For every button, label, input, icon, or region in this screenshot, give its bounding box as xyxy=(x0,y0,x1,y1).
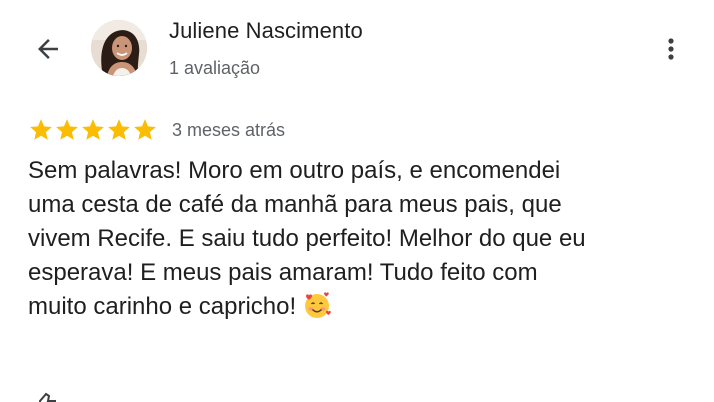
profile-photo-icon xyxy=(91,20,147,76)
arrow-left-icon xyxy=(38,39,58,59)
like-button[interactable] xyxy=(34,392,58,402)
star-icon xyxy=(108,119,130,140)
reviewer-name[interactable]: Juliene Nascimento xyxy=(169,18,363,44)
rating-row: 3 meses atrás xyxy=(28,116,285,144)
review-text-line: Sem palavras! Moro em outro país, e enco… xyxy=(28,157,561,184)
review-text-line: uma cesta de café da manhã para meus pai… xyxy=(28,191,562,218)
star-icon xyxy=(134,119,156,140)
back-button[interactable] xyxy=(30,33,66,65)
avatar[interactable] xyxy=(91,20,147,76)
thumb-up-icon xyxy=(39,392,56,402)
review-text-line: muito carinho e capricho! xyxy=(28,293,297,320)
review-text-line-last: muito carinho e capricho! xyxy=(28,290,698,324)
review-text-line: vivem Recife. E saiu tudo perfeito! Melh… xyxy=(28,225,586,252)
star-icon xyxy=(30,119,52,140)
review-date: 3 meses atrás xyxy=(172,119,286,140)
star-icon xyxy=(56,119,78,140)
review-text-line: esperava! E meus pais amaram! Tudo feito… xyxy=(28,259,538,286)
star-rating xyxy=(28,117,158,143)
star-icon xyxy=(82,119,104,140)
review-detail-page: Juliene Nascimento 1 avaliação 3 meses a… xyxy=(0,0,714,402)
review-count: 1 avaliação xyxy=(169,58,261,78)
review-text: Sem palavras! Moro em outro país, e enco… xyxy=(28,154,698,324)
more-options-button[interactable] xyxy=(656,32,686,66)
smiling-face-with-hearts-icon xyxy=(305,292,331,318)
more-vert-icon xyxy=(668,38,674,60)
